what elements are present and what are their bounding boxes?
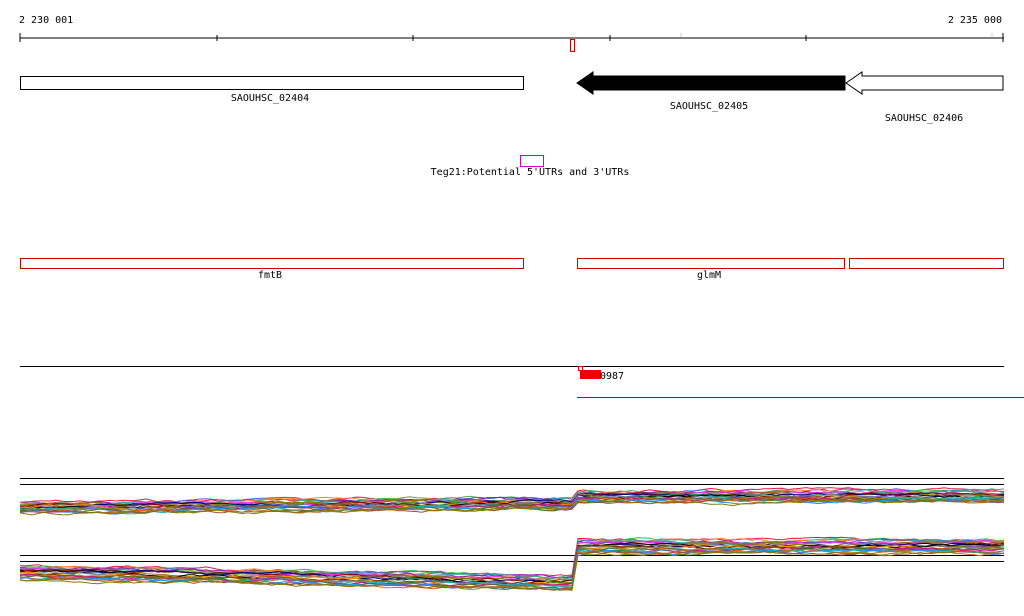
gene-arrow-saouhsc-02404[interactable] [20, 76, 524, 90]
ruler-start-label: 2 230 001 [19, 15, 73, 26]
feature-label: fmtB [258, 270, 282, 281]
gene-label: SAOUHSC_02406 [885, 113, 963, 124]
genome-browser-canvas: 2 230 001 2 235 000 SAOUHSC_02404 SAOUHS… [19, 15, 1024, 591]
gene-track: SAOUHSC_02404 SAOUHSC_02405 SAOUHSC_0240… [20, 71, 1004, 124]
feature-track: fmtB glmM [20, 258, 1004, 281]
gene-arrow-saouhsc-02405[interactable] [576, 71, 846, 95]
expression-trace [19, 544, 1005, 589]
annotation-label: Teg21:Potential 5'UTRs and 3'UTRs [431, 167, 630, 178]
gene-label: SAOUHSC_02405 [670, 101, 748, 112]
expression-plot-upper [19, 487, 1005, 516]
feature-box-glmm[interactable] [577, 258, 845, 269]
marker-small-box[interactable] [578, 366, 583, 371]
genome-browser-view: 2 230 001 2 235 000 SAOUHSC_02404 SAOUHS… [0, 0, 1024, 611]
annotation-feature-box[interactable] [520, 155, 544, 167]
expression-plots [19, 478, 1005, 591]
feature-box-fmtb[interactable] [20, 258, 524, 269]
marker-label: 0987 [600, 371, 624, 382]
expression-plot-lower [19, 536, 1005, 591]
ruler-end-label: 2 235 000 [948, 15, 1002, 26]
gene-arrow-saouhsc-02406[interactable] [845, 71, 1004, 95]
coordinate-ruler: 2 230 001 2 235 000 [19, 15, 1004, 52]
marker-track: 0987 [20, 366, 1024, 398]
gene-label: SAOUHSC_02404 [231, 93, 309, 104]
marker-block[interactable] [580, 370, 601, 379]
feature-label: glmM [697, 270, 721, 281]
ruler-position-marker[interactable] [570, 39, 575, 52]
feature-box-3[interactable] [849, 258, 1004, 269]
annotation-track: Teg21:Potential 5'UTRs and 3'UTRs [431, 155, 630, 178]
